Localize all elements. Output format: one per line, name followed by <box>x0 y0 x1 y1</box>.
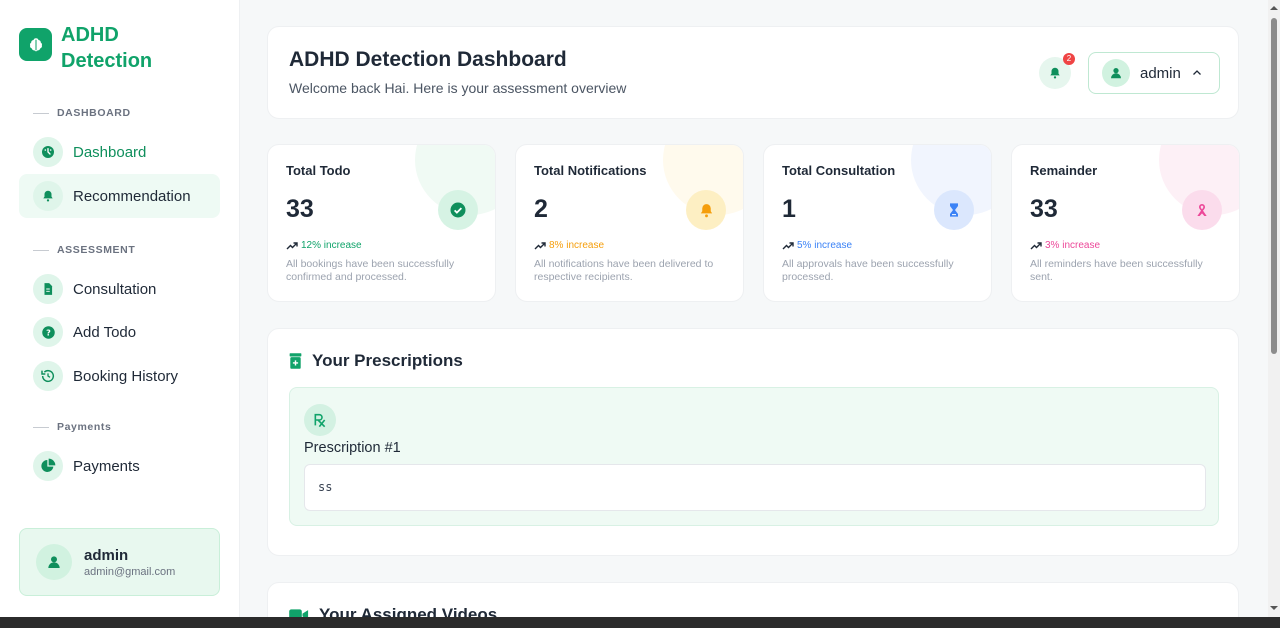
svg-text:?: ? <box>46 327 51 337</box>
stat-value: 1 <box>782 195 796 223</box>
sidebar-user-card[interactable]: admin admin@gmail.com <box>19 528 220 596</box>
chevron-up-icon <box>1192 70 1201 75</box>
video-camera-icon <box>289 609 309 617</box>
stat-description: All notifications have been delivered to… <box>534 258 714 283</box>
stat-value: 33 <box>286 195 314 223</box>
pie-chart-icon <box>33 451 63 481</box>
question-icon: ? <box>33 317 63 347</box>
user-avatar-icon <box>1102 59 1130 87</box>
os-taskbar <box>0 617 1280 628</box>
sidebar-item-payments[interactable]: Payments <box>19 444 220 488</box>
stat-card-total-consultation: Total Consultation 1 5% increase All app… <box>763 144 992 302</box>
sidebar-item-label: Add Todo <box>73 323 137 341</box>
page-scrollbar[interactable] <box>1268 0 1280 617</box>
stat-description: All reminders have been successfully sen… <box>1030 258 1203 283</box>
stat-title: Total Consultation <box>782 163 896 178</box>
app-window: ADHD Detection DASHBOARD Dashboard Recom… <box>0 0 1268 617</box>
bell-icon <box>33 181 63 211</box>
stat-trend: 5% increase <box>782 240 852 251</box>
stat-description: All approvals have been successfully pro… <box>782 258 954 283</box>
user-avatar-icon <box>36 544 72 580</box>
brain-icon <box>19 28 52 61</box>
prescription-content: ss <box>304 464 1206 511</box>
medicine-bottle-icon <box>289 353 302 369</box>
check-circle-icon <box>438 190 478 230</box>
sidebar-item-label: Consultation <box>73 280 157 298</box>
page-title: ADHD Detection Dashboard <box>289 48 567 71</box>
section-label-payments: Payments <box>33 421 111 433</box>
sidebar-item-label: Dashboard <box>73 143 147 161</box>
ribbon-icon <box>1182 190 1222 230</box>
sidebar-item-label: Recommendation <box>73 187 191 205</box>
document-icon <box>33 274 63 304</box>
sidebar-item-label: Booking History <box>73 367 179 385</box>
prescription-name: Prescription #1 <box>304 440 401 456</box>
trending-up-icon <box>1030 241 1042 249</box>
user-menu-label: admin <box>1140 64 1181 82</box>
trending-up-icon <box>782 241 794 249</box>
app-name: ADHD Detection <box>61 24 153 72</box>
stat-trend: 12% increase <box>286 240 362 251</box>
bell-icon <box>686 190 726 230</box>
stat-card-total-todo: Total Todo 33 12% increase All bookings … <box>267 144 496 302</box>
user-menu-button[interactable]: admin <box>1088 52 1220 94</box>
user-name: admin <box>84 546 129 564</box>
sidebar-item-label: Payments <box>73 457 140 475</box>
stat-title: Total Notifications <box>534 163 647 178</box>
sidebar-item-recommendation[interactable]: Recommendation <box>19 174 220 218</box>
trending-up-icon <box>286 241 298 249</box>
section-title: Your Assigned Videos <box>319 605 498 617</box>
user-email: admin@gmail.com <box>84 565 176 578</box>
prescriptions-panel: Your Prescriptions Prescription #1 ss <box>267 328 1239 556</box>
page-subtitle: Welcome back Hai. Here is your assessmen… <box>289 80 627 96</box>
stat-trend: 8% increase <box>534 240 604 251</box>
sidebar-item-add-todo[interactable]: ? Add Todo <box>19 310 220 354</box>
scrollbar-thumb[interactable] <box>1271 18 1277 354</box>
prescription-card: Prescription #1 ss <box>289 387 1219 526</box>
rx-icon <box>304 404 336 436</box>
scroll-up-arrow-icon[interactable] <box>1270 4 1278 12</box>
notification-badge: 2 <box>1063 53 1075 65</box>
stat-value: 33 <box>1030 195 1058 223</box>
stat-title: Total Todo <box>286 163 351 178</box>
dashboard-icon <box>33 137 63 167</box>
sidebar: ADHD Detection DASHBOARD Dashboard Recom… <box>0 0 240 617</box>
scroll-down-arrow-icon[interactable] <box>1270 604 1278 612</box>
sidebar-item-booking-history[interactable]: Booking History <box>19 354 220 398</box>
section-title: Your Prescriptions <box>312 351 463 370</box>
trending-up-icon <box>534 241 546 249</box>
sidebar-item-consultation[interactable]: Consultation <box>19 267 220 311</box>
notifications-button[interactable]: 2 <box>1039 53 1075 89</box>
bell-icon <box>1050 67 1060 79</box>
dashboard-header: ADHD Detection Dashboard Welcome back Ha… <box>267 26 1239 119</box>
history-icon <box>33 361 63 391</box>
app-logo[interactable]: ADHD Detection <box>19 22 181 74</box>
section-label-assessment: ASSESSMENT <box>33 244 135 256</box>
stat-description: All bookings have been successfully conf… <box>286 258 455 283</box>
assigned-videos-panel: Your Assigned Videos <box>267 582 1239 617</box>
hourglass-icon <box>934 190 974 230</box>
stat-card-total-notifications: Total Notifications 2 8% increase All no… <box>515 144 744 302</box>
section-label-dashboard: DASHBOARD <box>33 107 131 119</box>
stat-card-remainder: Remainder 33 3% increase All reminders h… <box>1011 144 1240 302</box>
stat-trend: 3% increase <box>1030 240 1100 251</box>
stat-value: 2 <box>534 195 548 223</box>
sidebar-item-dashboard[interactable]: Dashboard <box>19 130 220 174</box>
stat-title: Remainder <box>1030 163 1098 178</box>
